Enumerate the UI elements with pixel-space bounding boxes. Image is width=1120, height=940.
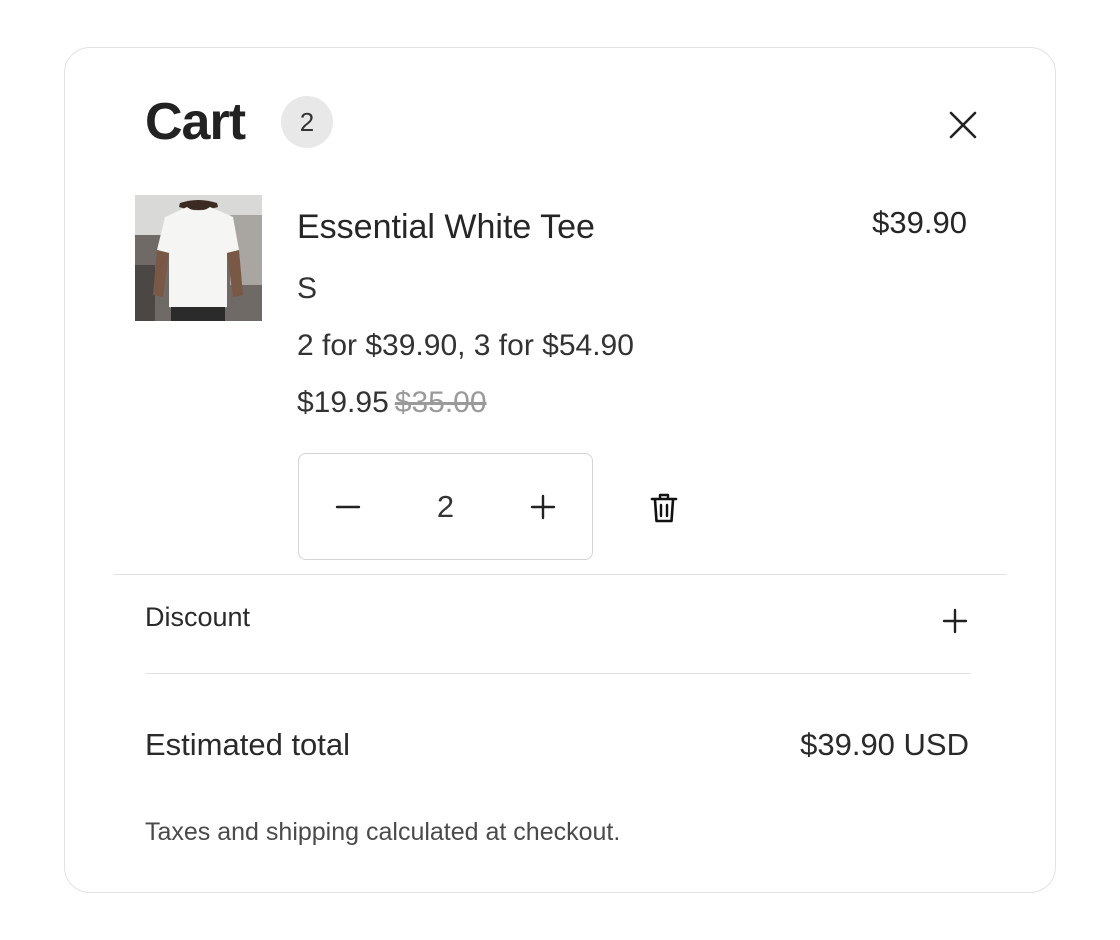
product-image-white-tee (135, 195, 262, 321)
minus-icon (335, 505, 361, 508)
product-line-price: $39.90 (872, 205, 967, 240)
product-unit-price: $19.95 (297, 386, 389, 419)
decrease-quantity-button[interactable] (299, 454, 397, 559)
divider (145, 673, 971, 674)
cart-title: Cart (145, 93, 246, 151)
estimated-total-label: Estimated total (145, 727, 351, 762)
plus-icon (942, 608, 968, 634)
quantity-stepper: 2 (298, 453, 593, 560)
cart-count-badge: 2 (281, 96, 333, 148)
divider (113, 574, 1007, 575)
discount-label[interactable]: Discount (145, 602, 250, 633)
product-variant: S (297, 272, 318, 305)
cart-drawer: Cart 2 Essential White Tee $39.90 S 2 fo… (64, 47, 1056, 893)
trash-icon (650, 493, 678, 523)
product-compare-price: $35.00 (394, 386, 487, 419)
tax-shipping-note: Taxes and shipping calculated at checkou… (145, 818, 621, 846)
discount-toggle-button[interactable] (939, 605, 971, 637)
product-unit-price-row: $19.95 $35.00 (297, 386, 487, 420)
remove-item-button[interactable] (645, 488, 683, 528)
close-icon (949, 111, 977, 139)
product-image[interactable] (135, 195, 262, 321)
product-promotion: 2 for $39.90, 3 for $54.90 (297, 329, 634, 362)
estimated-total-value: $39.90 USD (800, 727, 969, 762)
close-button[interactable] (941, 103, 985, 147)
product-name[interactable]: Essential White Tee (297, 208, 595, 247)
plus-icon (530, 494, 556, 519)
increase-quantity-button[interactable] (494, 454, 592, 559)
quantity-value[interactable]: 2 (397, 489, 494, 525)
